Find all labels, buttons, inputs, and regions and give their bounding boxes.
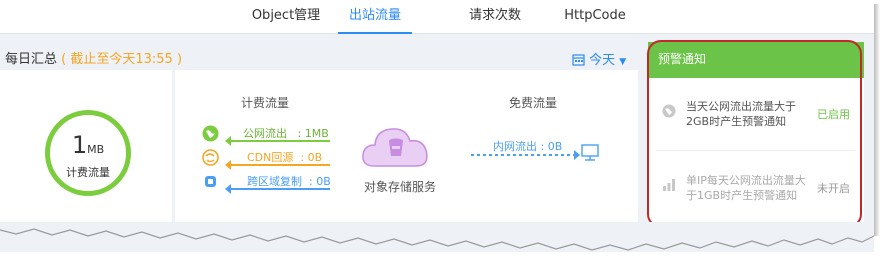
traffic-flow-card: 计费流量 免费流量 公网流出 : 1MB CDN回源 : 0B 跨区域复制 : … (175, 70, 638, 230)
date-select-value: 今天 (589, 53, 616, 68)
total-traffic-value: 1MB (50, 131, 126, 159)
chevron-down-icon: ▼ (619, 57, 627, 67)
total-traffic-card: 1MB 计费流量 (0, 70, 172, 230)
screenshot: Object管理 出站流量 请求次数 HttpCode 每日汇总 ( 截止至今天… (0, 0, 874, 252)
internal-out-arrow (471, 150, 580, 160)
oss-label: 对象存储服务 (364, 180, 437, 194)
total-traffic-label: 计费流量 (66, 166, 110, 179)
tab-bar: Object管理 出站流量 请求次数 HttpCode (0, 0, 874, 34)
alert-item-text: 当天公网流出流量大于2GB时产生预警通知 (686, 100, 796, 128)
tab-http-code[interactable]: HttpCode (562, 0, 628, 34)
tab-request-count[interactable]: 请求次数 (460, 0, 530, 34)
server-icon (581, 144, 599, 161)
internal-out-value: 0B (547, 140, 563, 153)
public-out-name: 公网流出 (243, 127, 287, 140)
free-traffic-header: 免费流量 (509, 96, 558, 110)
cross-region-label: 跨区域复制 : 0B (247, 175, 331, 188)
replication-icon (205, 176, 216, 187)
public-out-value: 1MB (304, 127, 329, 140)
alert-item-daily-public: 当天公网流出流量大于2GB时产生预警通知 已启用 (648, 86, 864, 146)
cross-region-value: 0B (316, 175, 331, 188)
alert-item-text: 单IP每天公网流出流量大于1GB时产生预警通知 (686, 174, 806, 202)
alert-item-single-ip: 单IP每天公网流出流量大于1GB时产生预警通知 未开启 (648, 160, 864, 220)
cloud-bucket-icon (362, 128, 428, 167)
tab-outbound-traffic[interactable]: 出站流量 (338, 0, 412, 34)
torn-edge-decoration (0, 222, 875, 251)
internal-out-label: 内网流出 : 0B (493, 140, 563, 153)
cross-region-name: 跨区域复制 (247, 175, 302, 188)
date-select[interactable]: 今天 ▼ (572, 49, 626, 68)
alert-panel-title: 预警通知 (648, 42, 864, 78)
cdn-back-value: 0B (307, 151, 323, 164)
public-out-label: 公网流出 : 1MB (243, 127, 329, 140)
cdn-back-label: CDN回源 : 0B (247, 151, 323, 164)
alert-status-enabled[interactable]: 已启用 (817, 106, 850, 122)
total-value-unit: MB (87, 143, 105, 156)
billing-traffic-header: 计费流量 (241, 96, 290, 110)
internal-out-name: 内网流出 (493, 140, 537, 153)
alert-panel: 预警通知 当天公网流出流量大于2GB时产生预警通知 已启用 单IP每天公网流出流… (648, 42, 864, 232)
alert-divider (656, 150, 856, 151)
bar-chart-icon (663, 179, 675, 191)
tab-object-management[interactable]: Object管理 (250, 0, 322, 34)
cdn-back-name: CDN回源 (247, 151, 294, 164)
daily-summary-title: 每日汇总 ( 截止至今天13:55 ) (5, 48, 182, 67)
summary-title-text: 每日汇总 (5, 52, 58, 67)
total-traffic-ring: 1MB 计费流量 (45, 110, 131, 196)
globe-icon (662, 104, 676, 118)
alert-status-disabled[interactable]: 未开启 (817, 180, 850, 196)
total-value-number: 1 (71, 131, 88, 159)
summary-time-note: ( 截止至今天13:55 ) (61, 52, 183, 67)
globe-icon (202, 125, 219, 142)
page-shadow-right (874, 4, 880, 236)
calendar-icon (572, 54, 585, 66)
cdn-icon (202, 149, 219, 166)
